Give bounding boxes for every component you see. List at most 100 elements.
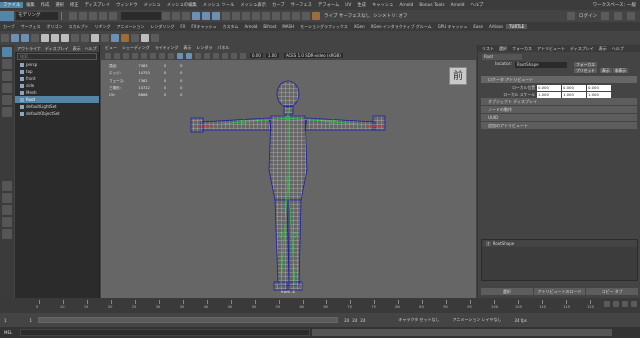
mask-icon[interactable] <box>202 12 210 20</box>
textured-icon[interactable] <box>195 52 201 59</box>
focus-button[interactable]: フォーカス <box>574 62 597 67</box>
persp-outliner-layout-icon[interactable] <box>2 205 12 215</box>
shelf-tab[interactable]: XGen インタラクティブ グルーム <box>368 24 435 30</box>
shelf-tab[interactable]: モーショングラフィックス <box>297 24 351 30</box>
symmetry-label[interactable]: シンメトリ: オフ <box>373 13 407 19</box>
resolution-gate-icon[interactable] <box>159 52 165 59</box>
attribute-editor-menu-item[interactable]: フォーカス <box>512 46 532 52</box>
hide-button[interactable]: 非表示 <box>612 68 628 73</box>
live-surface-label[interactable]: ライブ サーフェスなし <box>324 13 370 19</box>
outliner-item[interactable]: persp <box>15 61 99 68</box>
outliner-menu-item[interactable]: 表示 <box>73 46 81 52</box>
shelf-tool-icon[interactable] <box>61 34 69 42</box>
shelf-tab[interactable]: XGen <box>351 24 368 29</box>
snap-curve-icon[interactable] <box>232 12 240 20</box>
presets-button[interactable]: プリセット <box>574 68 597 73</box>
selection-mode-dropdown[interactable] <box>121 12 161 20</box>
attribute-value-field[interactable]: 0.000 <box>562 84 586 91</box>
outliner-menu-item[interactable]: アウトライナ <box>17 46 41 52</box>
shelf-tab[interactable]: カーブ <box>0 24 18 30</box>
shelf-tool-icon[interactable] <box>131 34 139 42</box>
select-object-icon[interactable] <box>172 12 180 20</box>
outliner-menu-item[interactable]: ディスプレイ <box>45 46 69 52</box>
exposure-field[interactable]: 0.00 <box>250 53 263 58</box>
xray-joints-icon[interactable] <box>231 52 237 59</box>
save-scene-icon[interactable] <box>89 12 97 20</box>
shelf-tool-icon[interactable] <box>141 34 149 42</box>
command-input[interactable] <box>20 329 310 336</box>
character-wireframe[interactable] <box>101 60 476 298</box>
shelf-tab[interactable]: TURTLE <box>506 24 528 29</box>
menu-item[interactable]: キャッシュ <box>369 2 396 8</box>
shelf-tab[interactable]: スカルプト <box>66 24 92 30</box>
attribute-value-field[interactable]: 0.000 <box>587 84 611 91</box>
menu-item[interactable]: ディスプレイ <box>82 2 113 8</box>
outliner-item[interactable]: Root <box>15 96 99 103</box>
menu-item[interactable]: 選択 <box>52 2 67 8</box>
history-icon[interactable] <box>272 12 280 20</box>
shelf-tool-icon[interactable] <box>51 34 59 42</box>
shelf-tab[interactable]: Arnold <box>241 24 260 29</box>
outliner-item[interactable]: top <box>15 68 99 75</box>
attribute-value-field[interactable]: 1.000 <box>587 91 611 98</box>
menu-item[interactable]: カーブ <box>269 2 288 8</box>
menu-item[interactable]: メッシュの編集 <box>164 2 200 8</box>
new-scene-icon[interactable] <box>69 12 77 20</box>
outliner-item[interactable]: side <box>15 82 99 89</box>
snap-surface-icon[interactable] <box>262 12 270 20</box>
playback-end-field[interactable]: 24 <box>344 318 349 323</box>
gamma-field[interactable]: 1.00 <box>265 53 279 58</box>
viewport-menu-item[interactable]: パネル <box>217 45 229 51</box>
open-scene-icon[interactable] <box>79 12 87 20</box>
render-icon[interactable] <box>282 12 290 20</box>
outliner-item[interactable]: front <box>15 75 99 82</box>
shelf-tool-icon[interactable] <box>11 34 19 42</box>
outliner-menu-item[interactable]: ヘルプ <box>85 46 97 52</box>
shelf-settings-icon[interactable] <box>1 34 9 42</box>
shelf-tool-icon[interactable] <box>111 34 119 42</box>
attribute-editor-menu-item[interactable]: 表示 <box>599 46 607 52</box>
notes-area[interactable]: 注: RootShape <box>481 239 638 281</box>
xray-icon[interactable] <box>222 52 228 59</box>
shelf-tool-icon[interactable] <box>91 34 99 42</box>
attribute-editor-menu-item[interactable]: アトリビュート <box>537 46 565 52</box>
channel-box-toggle-icon[interactable] <box>627 12 635 20</box>
single-perspective-view-icon[interactable] <box>2 181 12 191</box>
menu-item[interactable]: 生成 <box>354 2 369 8</box>
viewport-menu-item[interactable]: 表示 <box>183 45 191 51</box>
shelf-tool-icon[interactable] <box>121 34 129 42</box>
menuset-dropdown[interactable]: モデリング <box>16 12 58 20</box>
menu-item[interactable]: UV <box>342 3 354 8</box>
film-gate-icon[interactable] <box>150 52 156 59</box>
menu-item[interactable]: ウィンドウ <box>113 2 140 8</box>
shelf-tab[interactable]: アニメーション <box>114 24 148 30</box>
viewport-panel[interactable]: ビュー シェーディング ライティング 表示 レンダラ パネル 0.00 1.00 ACES… <box>101 45 476 298</box>
menu-item[interactable]: 編集 <box>23 2 38 8</box>
attribute-value-field[interactable]: 1.000 <box>537 91 561 98</box>
attribute-editor-menu-item[interactable]: ディスプレイ <box>570 46 594 52</box>
attribute-editor-menu-item[interactable]: リスト <box>482 46 494 52</box>
menu-item[interactable]: メッシュ表示 <box>237 2 269 8</box>
move-tool-icon[interactable] <box>2 83 12 93</box>
outliner-search-input[interactable]: 検索... <box>17 53 97 60</box>
viewport-menu-item[interactable]: シェーディング <box>122 45 150 51</box>
shelf-tab[interactable]: リギング <box>92 24 114 30</box>
shelf-tool-icon[interactable] <box>41 34 49 42</box>
bookmark-icon[interactable] <box>123 52 129 59</box>
login-link[interactable]: ログイン <box>579 13 597 19</box>
menu-item[interactable]: メッシュ <box>141 2 164 8</box>
menu-item[interactable]: メッシュ ツール <box>200 2 237 8</box>
shelf-tab[interactable]: ポリゴン <box>44 24 66 30</box>
copy-tab-button[interactable]: コピー タブ <box>586 288 639 295</box>
go-to-end-icon[interactable] <box>631 301 637 307</box>
shelf-tab[interactable]: Ease <box>470 24 486 29</box>
shelf-tool-icon[interactable] <box>31 34 39 42</box>
collapsed-section[interactable]: UUID <box>481 114 637 121</box>
redo-icon[interactable] <box>109 12 117 20</box>
snap-grid-icon[interactable] <box>222 12 230 20</box>
fps-dropdown[interactable]: 24 fps <box>515 318 527 323</box>
attribute-editor-menu-item[interactable]: ヘルプ <box>612 46 624 52</box>
shelf-tool-icon[interactable] <box>21 34 29 42</box>
menu-item[interactable]: Bonus Tools <box>416 3 447 8</box>
workspace-dropdown[interactable]: 一般 <box>627 2 636 8</box>
